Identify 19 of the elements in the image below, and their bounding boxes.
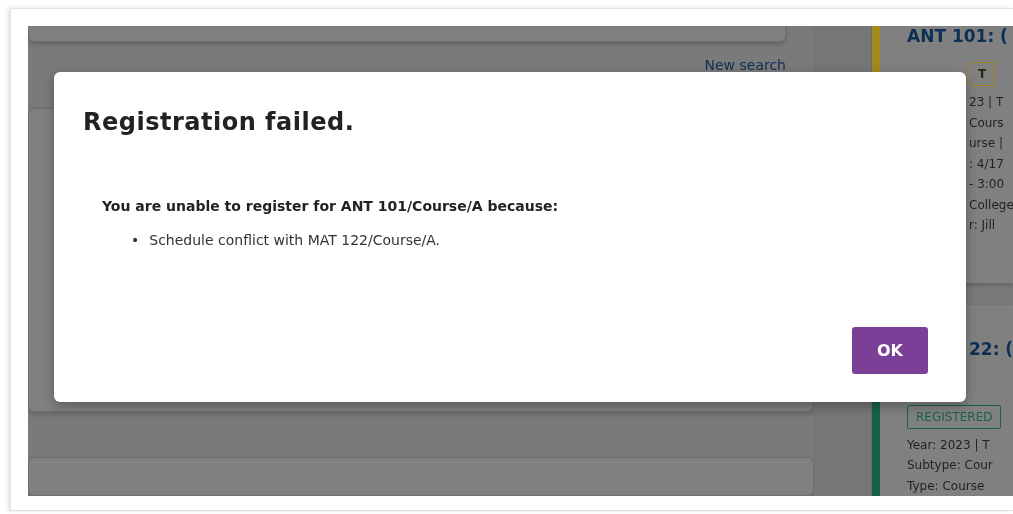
conflict-reason: Schedule conflict with MAT 122/Course/A.: [149, 231, 441, 250]
course-detail: Subtype: Cour: [907, 457, 994, 474]
status-badge: REGISTERED: [907, 404, 1002, 429]
error-message: You are unable to register for ANT 101/Course/A because:: [102, 197, 560, 216]
bullet: •: [131, 231, 140, 250]
course-detail: Year: 2023 | T: [907, 436, 991, 454]
course-detail: urse |: [969, 135, 1005, 152]
course-title: ANT 101: (: [907, 26, 1009, 48]
dialog-title: Registration failed.: [83, 107, 356, 138]
course-title: 22: (: [969, 337, 1013, 361]
status-badge: T: [969, 62, 996, 86]
course-detail: r: Jill: [969, 217, 997, 234]
course-detail: Cours: [969, 114, 1005, 132]
course-detail: 23 | T: [969, 94, 1005, 111]
course-detail: : 4/17: [969, 155, 1005, 173]
course-detail: College: [969, 196, 1013, 214]
course-detail: Type: Course: [907, 477, 986, 495]
course-detail: - 3:00: [969, 176, 1006, 193]
ok-button[interactable]: OK: [852, 327, 928, 374]
